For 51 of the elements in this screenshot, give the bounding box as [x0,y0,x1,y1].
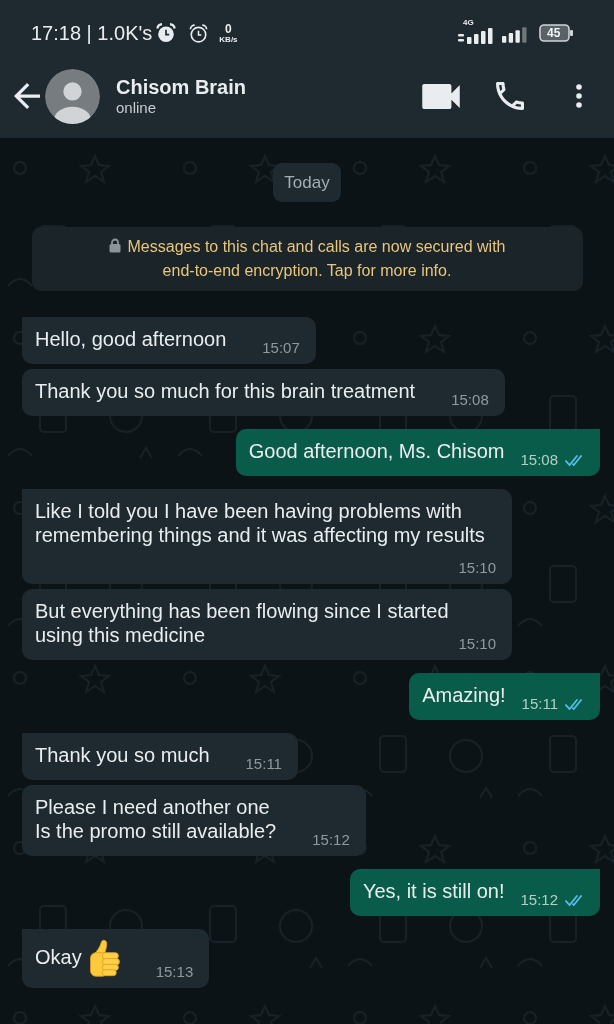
message-time: 15:13 [155,963,194,981]
message-bubble[interactable]: Yes, it is still on! 15:12 [349,869,600,916]
kebab-menu-icon[interactable] [576,84,582,108]
message-text: Thank you so much [35,744,210,766]
status-time-text: 17:18 | 1.0K's [31,21,153,45]
lock-icon [108,238,121,253]
message-text: Yes, it is still on! [362,880,505,902]
phone-icon[interactable] [496,82,524,110]
message-bubble[interactable]: Thank you so much 15:11 [22,733,298,780]
message-text: Thank you so much for this brain treatment [35,380,416,402]
message-text: Good afternoon, Ms. Chisom [248,440,505,462]
message-text: Okay [35,946,82,968]
message-text: Amazing! [422,684,506,706]
encryption-notice[interactable]: Messages to this chat and calls are now secured with end-to-end encryption. Tap for more info. [31,227,583,291]
message-time: 15:11 [245,755,282,773]
message-time: 15:11 [521,695,558,713]
back-arrow-icon[interactable] [14,83,40,109]
contact-name[interactable]: Chisom Brain [116,75,247,99]
message-text: Hello, good afternoon [35,328,227,350]
message-time: 15:07 [262,339,300,357]
video-camera-icon[interactable] [422,83,460,109]
message-bubble[interactable]: Good afternoon, Ms. Chisom 15:08 [235,429,600,476]
network-type-label: 4G [463,18,474,27]
message-bubble[interactable]: But everything has been flowing since I started using this medicine 15:10 [22,589,512,660]
message-bubble[interactable]: Like I told you I have been having problems with remembering things and it was affecting my results 15:10 [22,489,512,584]
signal-bars-icon [502,26,527,43]
network-speed-value: 0 [225,22,232,35]
alarm-clock-icon [189,23,209,43]
message-time: 15:10 [458,635,496,653]
message-time: 15:08 [520,451,558,469]
battery-icon [539,24,573,42]
message-time: 15:12 [520,891,558,909]
avatar-icon[interactable] [45,68,100,124]
contact-status-text: online [116,99,157,117]
message-bubble[interactable]: Please I need another one Is the promo still available? 15:12 [22,785,366,856]
message-time: 15:08 [451,391,489,409]
network-speed-unit: KB/s [219,34,238,44]
message-time: 15:10 [458,559,496,577]
signal-bars-icon [458,27,494,44]
date-chip: Today [273,163,341,202]
message-bubble[interactable]: Okay 15:13 [22,929,210,988]
message-text: Please I need another one Is the promo still available? [35,796,277,842]
message-bubble[interactable]: Amazing! 15:11 [409,673,600,720]
battery-percent-text: 45 [547,26,561,40]
message-bubble[interactable]: Thank you so much for this brain treatment 15:08 [22,369,505,416]
message-time: 15:12 [312,831,350,849]
alarm-clock-icon [156,23,177,43]
message-bubble[interactable]: Hello, good afternoon 15:07 [22,317,316,364]
message-text: But everything has been flowing since I started using this medicine [35,600,450,646]
encryption-notice-text: Messages to this chat and calls are now secured with end-to-end encryption. Tap for more info. [127,238,506,279]
message-text: Like I told you I have been having problems with remembering things and it was affecting my results [35,500,485,546]
